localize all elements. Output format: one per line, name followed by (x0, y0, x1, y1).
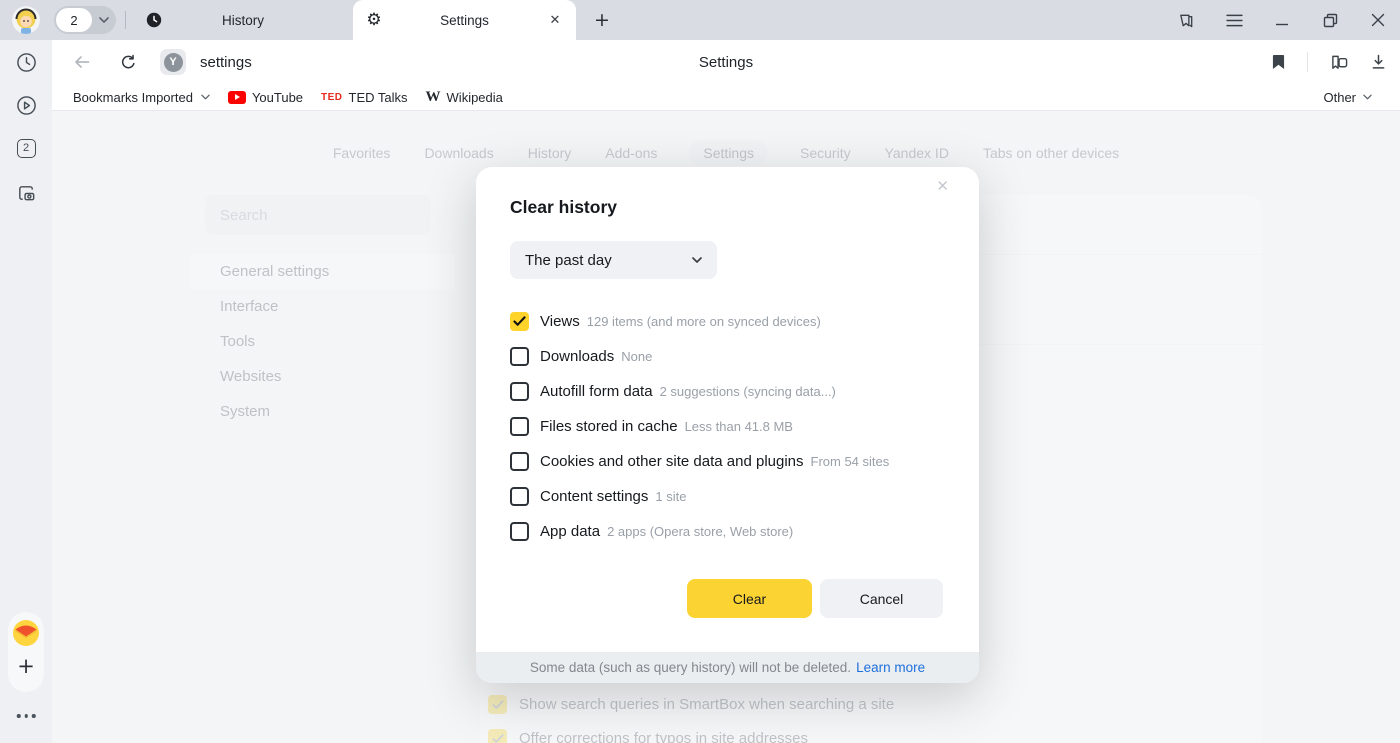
tabbar-divider (125, 11, 126, 29)
tab-count-control[interactable]: 2 (54, 6, 116, 34)
close-window-icon[interactable] (1368, 10, 1388, 30)
bookmarks-other-button[interactable]: Other (1323, 90, 1372, 105)
bookmark-flag-icon[interactable] (1272, 54, 1285, 70)
url-input[interactable]: settings (200, 54, 252, 71)
tab-count-badge: 2 (56, 8, 92, 32)
option-app-data[interactable]: App data2 apps (Opera store, Web store) (510, 514, 945, 549)
option-cookies[interactable]: Cookies and other site data and pluginsF… (510, 444, 945, 479)
address-bar-divider (1307, 52, 1308, 72)
rail-shortcut-pill: + (8, 612, 44, 692)
yandex-mail-icon[interactable] (13, 620, 39, 646)
app-data-checkbox[interactable] (510, 522, 529, 541)
new-tab-button[interactable]: + (591, 9, 613, 31)
site-favicon-badge[interactable]: Y (160, 49, 186, 75)
option-autofill[interactable]: Autofill form data2 suggestions (syncing… (510, 374, 945, 409)
tab-bar: 2 History ⚙ Settings ✕ + (0, 0, 1400, 40)
footer-note: Some data (such as query history) will n… (530, 660, 851, 675)
bookmark-youtube[interactable]: YouTube (228, 90, 303, 105)
bookmark-ted-talks[interactable]: TED TED Talks (321, 90, 408, 105)
tab-history-label: History (163, 13, 323, 28)
clear-history-dialog: ✕ Clear history The past day Views129 it… (476, 167, 979, 683)
page-title: Settings (699, 54, 753, 71)
cookies-checkbox[interactable] (510, 452, 529, 471)
close-dialog-icon[interactable]: ✕ (936, 177, 949, 195)
back-icon[interactable] (70, 52, 94, 72)
cache-checkbox[interactable] (510, 417, 529, 436)
chevron-down-icon (92, 17, 116, 23)
clear-button[interactable]: Clear (687, 579, 812, 618)
clear-options-list: Views129 items (and more on synced devic… (510, 304, 945, 549)
downloads-checkbox[interactable] (510, 347, 529, 366)
side-panel-icon[interactable] (1176, 10, 1196, 30)
media-play-icon[interactable] (11, 90, 41, 120)
rail-tab-count: 2 (17, 139, 36, 158)
yandex-favicon: Y (164, 53, 183, 72)
bookmark-wikipedia-label: Wikipedia (447, 90, 503, 105)
views-checkbox[interactable] (510, 312, 529, 331)
bookmarks-folder[interactable]: Bookmarks Imported (73, 90, 210, 105)
dialog-footer: Some data (such as query history) will n… (476, 652, 979, 683)
option-downloads[interactable]: DownloadsNone (510, 339, 945, 374)
history-clock-icon (145, 12, 163, 28)
restore-window-icon[interactable] (1320, 10, 1340, 30)
bookmarks-folder-label: Bookmarks Imported (73, 90, 193, 105)
history-panel-icon[interactable] (11, 47, 41, 77)
chevron-down-icon (1363, 94, 1372, 100)
address-bar: Y settings Settings (52, 40, 1400, 84)
sidebar-rail: 2 + (0, 40, 52, 743)
tabs-panel-icon[interactable]: 2 (11, 133, 41, 163)
avatar-girl-icon (12, 6, 40, 34)
bookmark-youtube-label: YouTube (252, 90, 303, 105)
reload-icon[interactable] (116, 54, 140, 71)
screenshot-icon[interactable] (11, 178, 41, 208)
minimize-icon[interactable] (1272, 10, 1292, 30)
content-settings-checkbox[interactable] (510, 487, 529, 506)
ted-icon: TED (321, 92, 343, 103)
time-period-select[interactable]: The past day (510, 241, 717, 279)
option-views[interactable]: Views129 items (and more on synced devic… (510, 304, 945, 339)
bookmark-wikipedia[interactable]: W Wikipedia (426, 89, 503, 106)
address-bar-actions (1272, 52, 1386, 72)
close-tab-icon[interactable]: ✕ (546, 13, 564, 28)
user-avatar[interactable] (12, 6, 40, 34)
bookmarks-other-label: Other (1323, 90, 1356, 105)
chevron-down-icon (201, 94, 210, 100)
option-cache[interactable]: Files stored in cacheLess than 41.8 MB (510, 409, 945, 444)
autofill-checkbox[interactable] (510, 382, 529, 401)
cancel-button[interactable]: Cancel (820, 579, 943, 618)
window-controls (1176, 0, 1388, 40)
time-period-value: The past day (525, 252, 612, 269)
chevron-down-icon (692, 257, 702, 263)
dialog-buttons: Clear Cancel (687, 579, 943, 618)
gear-icon: ⚙ (365, 12, 383, 29)
tab-history[interactable]: History (133, 0, 353, 40)
tab-settings[interactable]: ⚙ Settings ✕ (353, 0, 576, 40)
dialog-title: Clear history (510, 197, 617, 218)
rail-more-button[interactable] (17, 714, 36, 718)
menu-hamburger-icon[interactable] (1224, 10, 1244, 30)
collections-icon[interactable] (1330, 54, 1349, 71)
add-shortcut-button[interactable]: + (14, 654, 38, 678)
bookmarks-bar: Bookmarks Imported YouTube TED TED Talks… (52, 84, 1400, 111)
browser-window: 2 History ⚙ Settings ✕ + (0, 0, 1400, 743)
learn-more-link[interactable]: Learn more (856, 660, 925, 675)
tab-settings-label: Settings (383, 13, 546, 28)
settings-page: Favorites Downloads History Add-ons Sett… (52, 111, 1400, 743)
bookmark-ted-label: TED Talks (349, 90, 408, 105)
wikipedia-icon: W (426, 89, 441, 106)
youtube-icon (228, 91, 246, 104)
option-content-settings[interactable]: Content settings1 site (510, 479, 945, 514)
download-icon[interactable] (1371, 54, 1386, 70)
